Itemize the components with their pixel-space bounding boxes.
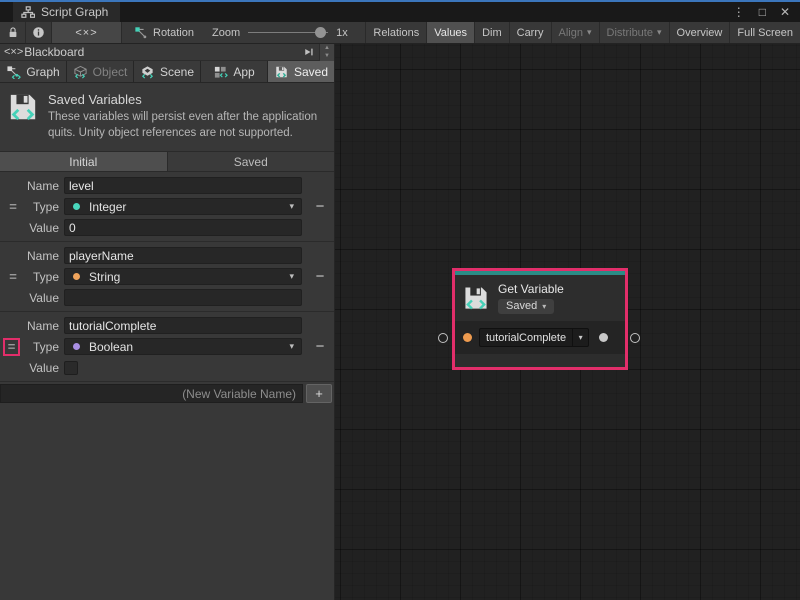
saved-variables-info: Saved Variables These variables will per…: [0, 83, 334, 151]
node-title: Get Variable: [498, 282, 564, 296]
scene-variables-icon: [140, 65, 155, 79]
node-footer: [455, 354, 625, 367]
variable-kind-dropdown[interactable]: Saved ▾: [498, 299, 554, 314]
tab-title: Script Graph: [41, 5, 108, 19]
variable-value-input[interactable]: [64, 289, 302, 306]
zoom-slider-handle[interactable]: [315, 27, 326, 38]
values-button[interactable]: Values: [426, 22, 474, 43]
window-menu-icon[interactable]: ⋮: [733, 5, 745, 19]
chevron-down-icon: ▾: [289, 341, 294, 352]
variable-type-dropdown[interactable]: Integer ▾: [64, 198, 302, 215]
chevron-down-icon: ▾: [289, 201, 294, 212]
info-icon: [32, 26, 45, 39]
blackboard-toggle-button[interactable]: <×>: [52, 22, 122, 43]
window-close-icon[interactable]: ✕: [780, 5, 790, 19]
remove-variable-button[interactable]: −: [316, 339, 325, 354]
script-graph-icon: [21, 6, 35, 19]
tab-object[interactable]: Object: [67, 61, 134, 82]
overview-button[interactable]: Overview: [669, 22, 730, 43]
variable-name-input[interactable]: [64, 317, 302, 334]
value-output-port[interactable]: [599, 333, 608, 342]
carry-button[interactable]: Carry: [509, 22, 551, 43]
new-variable-row: +: [0, 382, 334, 405]
scroll-down-icon[interactable]: ▼: [320, 52, 334, 61]
input-connection-port[interactable]: [438, 333, 448, 343]
window-titlebar: Script Graph ⋮ □ ✕: [0, 0, 800, 22]
inspect-button[interactable]: [26, 22, 52, 43]
saved-variables-icon: [274, 65, 289, 79]
drag-handle[interactable]: =: [9, 200, 17, 213]
blackboard-title: Blackboard: [24, 45, 84, 59]
variable-type-dropdown[interactable]: Boolean ▾: [64, 338, 302, 355]
lock-icon: [7, 26, 19, 39]
new-variable-name-input[interactable]: [0, 384, 303, 403]
tab-app[interactable]: App: [201, 61, 268, 82]
add-variable-button[interactable]: +: [306, 384, 332, 403]
chevron-down-icon: ▾: [657, 27, 662, 38]
fullscreen-button[interactable]: Full Screen: [729, 22, 800, 43]
get-variable-node[interactable]: Get Variable Saved ▾ tutorialComplete ▾: [455, 271, 625, 367]
boolean-value-checkbox[interactable]: [64, 361, 78, 375]
blackboard-empty-area: [0, 405, 334, 600]
remove-variable-button[interactable]: −: [316, 199, 325, 214]
variable-row-playerName: Name = Type String ▾ − Value: [0, 242, 334, 312]
subtab-saved[interactable]: Saved: [168, 152, 335, 171]
dim-button[interactable]: Dim: [474, 22, 509, 43]
blackboard-panel: <×> Blackboard ▲ ▼ Graph Object Scene: [0, 44, 335, 600]
variable-name-input[interactable]: [64, 247, 302, 264]
variable-type-dropdown[interactable]: String ▾: [64, 268, 302, 285]
annotation-highlight-box: =: [3, 338, 21, 356]
graph-variables-icon: [6, 65, 21, 79]
variable-name-input[interactable]: [64, 177, 302, 194]
saved-variables-title: Saved Variables: [48, 92, 324, 107]
drag-handle[interactable]: =: [9, 270, 17, 283]
relations-button[interactable]: Relations: [365, 22, 426, 43]
rotation-icon: [134, 26, 148, 39]
blackboard-header: <×> Blackboard ▲ ▼: [0, 44, 334, 61]
saved-variables-large-icon: [8, 92, 38, 141]
zoom-value: 1x: [336, 27, 348, 39]
chevron-down-icon: ▾: [542, 302, 546, 311]
string-type-icon: [73, 273, 80, 280]
distribute-button[interactable]: Distribute ▾: [599, 22, 669, 43]
saved-variables-description: These variables will persist even after …: [48, 110, 324, 141]
lock-button[interactable]: [0, 22, 26, 43]
integer-type-icon: [73, 203, 80, 210]
panel-scrollbar[interactable]: ▲ ▼: [319, 44, 334, 61]
chevron-down-icon: ▾: [572, 328, 589, 347]
rotation-label: Rotation: [153, 27, 194, 39]
subtab-initial[interactable]: Initial: [0, 152, 168, 171]
app-variables-icon: [213, 65, 228, 79]
node-body: tutorialComplete ▾: [455, 321, 625, 354]
boolean-type-icon: [73, 343, 80, 350]
dock-right-button[interactable]: [299, 45, 319, 60]
remove-variable-button[interactable]: −: [316, 269, 325, 284]
tab-scene[interactable]: Scene: [134, 61, 201, 82]
variable-row-level: Name = Type Integer ▾ − Value: [0, 172, 334, 242]
graph-toolbar: <×> Rotation Zoom 1x Relations Values Di…: [0, 22, 800, 44]
output-connection-port[interactable]: [630, 333, 640, 343]
node-header: Get Variable Saved ▾: [455, 275, 625, 321]
variable-row-tutorialComplete: Name = Type Boolean ▾ − Value: [0, 312, 334, 382]
object-variables-icon: [73, 65, 88, 79]
name-input-port[interactable]: [463, 333, 472, 342]
zoom-label: Zoom: [212, 27, 240, 39]
saved-variable-node-icon: [463, 285, 489, 311]
tab-script-graph[interactable]: Script Graph: [13, 2, 120, 22]
tab-saved[interactable]: Saved: [268, 61, 334, 82]
tab-graph[interactable]: Graph: [0, 61, 67, 82]
window-maximize-icon[interactable]: □: [759, 5, 766, 19]
variable-value-input[interactable]: [64, 219, 302, 236]
value-mode-tabs: Initial Saved: [0, 151, 334, 172]
chevron-down-icon: ▾: [289, 271, 294, 282]
chevron-down-icon: ▾: [587, 27, 592, 38]
align-button[interactable]: Align ▾: [551, 22, 599, 43]
scroll-up-icon[interactable]: ▲: [320, 44, 334, 53]
variables-icon: <×>: [4, 46, 23, 58]
zoom-slider[interactable]: [248, 32, 328, 33]
graph-canvas[interactable]: Get Variable Saved ▾ tutorialComplete ▾: [335, 44, 800, 600]
variable-scope-tabs: Graph Object Scene App Saved: [0, 61, 334, 83]
drag-handle[interactable]: =: [8, 339, 16, 354]
variable-name-dropdown[interactable]: tutorialComplete ▾: [479, 328, 589, 347]
